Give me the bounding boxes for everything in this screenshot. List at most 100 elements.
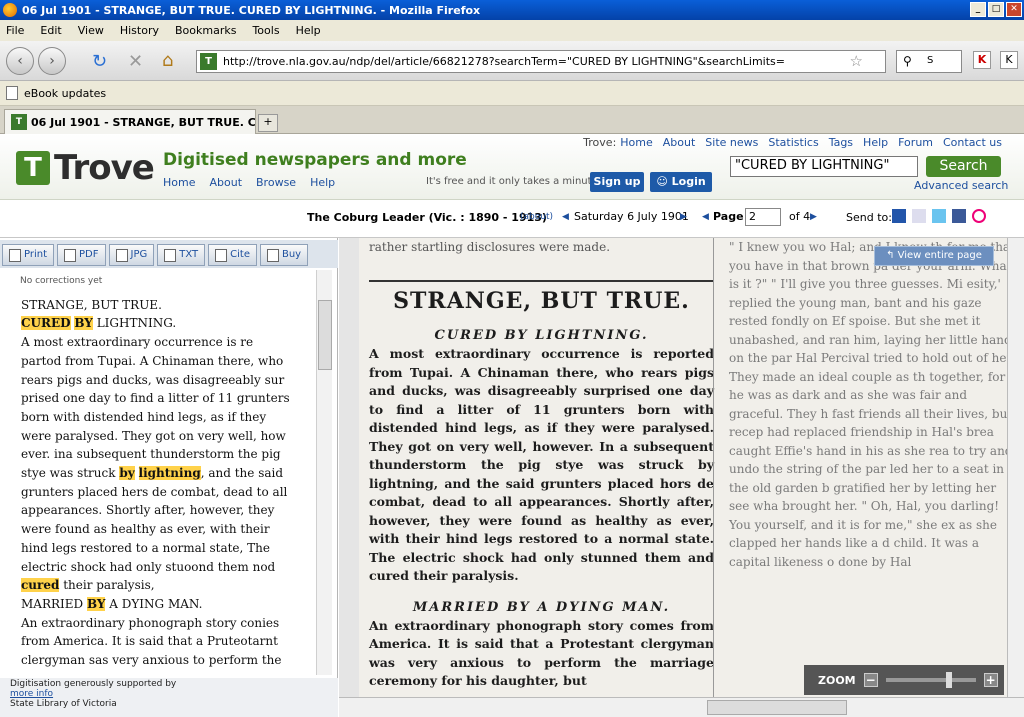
top-tags[interactable]: Tags (829, 136, 853, 149)
trove-header: T Trove Digitised newspapers and more Ho… (0, 134, 1024, 200)
twitter-icon[interactable] (932, 209, 946, 223)
view-entire-page-button[interactable]: ↰ View entire page (874, 246, 994, 266)
window-titlebar: 06 Jul 1901 - STRANGE, BUT TRUE. CURED B… (0, 0, 1024, 20)
tab-active[interactable]: T 06 Jul 1901 - STRANGE, BUT TRUE. CU... (4, 109, 256, 134)
highlight-cured: cured (21, 578, 60, 593)
publication-title[interactable]: The Coburg Leader (Vic. : 1890 - 1913) (307, 211, 547, 224)
more-info-link[interactable]: more info (10, 689, 53, 699)
menu-tools[interactable]: Tools (252, 24, 279, 37)
search-button[interactable]: Search (926, 156, 1001, 177)
viewer-vertical-scrollbar[interactable] (1007, 238, 1024, 697)
trove-search-input[interactable]: "CURED BY LIGHTNING" (730, 156, 918, 177)
top-contact[interactable]: Contact us (943, 136, 1002, 149)
scan-subheading: CURED BY LIGHTNING. (434, 328, 649, 343)
tagline: Digitised newspapers and more (163, 150, 467, 170)
page-select[interactable]: 2 (745, 208, 781, 226)
forward-icon[interactable]: › (38, 47, 66, 75)
zoom-label: ZOOM (818, 673, 856, 687)
top-links: Trove: Home About Site news Statistics T… (583, 136, 1002, 149)
top-about[interactable]: About (663, 136, 696, 149)
top-statistics[interactable]: Statistics (768, 136, 818, 149)
text-fragment: , and the said (200, 466, 284, 481)
menu-view[interactable]: View (78, 24, 104, 37)
minimize-button[interactable]: _ (970, 2, 986, 17)
signup-button[interactable]: Sign up (590, 172, 644, 192)
viewer-scroll-thumb[interactable] (707, 700, 847, 715)
nav-home[interactable]: Home (163, 176, 195, 189)
firefox-icon (3, 3, 17, 17)
next-page-icon[interactable]: ▶ (810, 212, 817, 222)
print-button[interactable]: Print (2, 244, 55, 266)
text-line: grunters placed hers de combat, dead to … (21, 484, 288, 499)
digg-icon[interactable] (912, 209, 926, 223)
close-button[interactable]: ✕ (1006, 2, 1022, 17)
browser-search-field[interactable]: ⚲ S (896, 50, 962, 73)
addon-icon[interactable]: K (973, 51, 991, 69)
maximize-button[interactable]: □ (988, 2, 1004, 17)
viewer-horizontal-scrollbar[interactable] (339, 697, 1024, 717)
highlight-cured: CURED (21, 316, 71, 331)
text-fragment: stye was struck (21, 466, 120, 481)
bookmark-ebook-updates[interactable]: eBook updates (24, 87, 106, 100)
highlight-lightning: lightning (138, 466, 201, 481)
advanced-search-link[interactable]: Advanced search (914, 179, 1008, 192)
share-icon[interactable] (972, 209, 986, 223)
addon-k-icon[interactable]: K (1000, 51, 1018, 69)
top-help[interactable]: Help (863, 136, 888, 149)
newspaper-viewer[interactable]: rather startling disclosures were made. … (339, 238, 1024, 717)
menu-bookmarks[interactable]: Bookmarks (175, 24, 236, 37)
about-link[interactable]: (about) (520, 212, 553, 222)
back-icon[interactable]: ‹ (6, 47, 34, 75)
text-line: hind legs restored to a normal state, Th… (21, 540, 270, 555)
stop-icon[interactable]: ✕ (128, 51, 143, 72)
top-home[interactable]: Home (620, 136, 652, 149)
top-site-news[interactable]: Site news (705, 136, 758, 149)
prev-issue-icon[interactable]: ◀ (562, 212, 569, 222)
buy-button[interactable]: Buy (259, 244, 309, 266)
nav-about[interactable]: About (209, 176, 242, 189)
nav-help[interactable]: Help (310, 176, 335, 189)
facebook-icon[interactable] (952, 209, 966, 223)
menu-history[interactable]: History (120, 24, 159, 37)
url-bar[interactable]: T http://trove.nla.gov.au/ndp/del/articl… (196, 50, 886, 73)
text-line: appearances. Shortly after, however, the… (21, 503, 275, 518)
cite-button[interactable]: Cite (208, 244, 257, 266)
jpg-button[interactable]: JPG (108, 244, 155, 266)
cite-icon (215, 248, 228, 262)
text-fragment: their paralysis, (59, 578, 155, 593)
zoom-in-button[interactable]: + (983, 673, 998, 687)
reload-icon[interactable]: ↻ (92, 51, 107, 72)
text-line: ever. ina subsequent thunderstorm the pi… (21, 447, 281, 462)
zoom-slider[interactable] (885, 672, 976, 688)
text-line: born with distended hind legs, as if the… (21, 409, 267, 424)
text-line: CURED BY LIGHTNING. (21, 314, 310, 333)
next-issue-icon[interactable]: ▶ (680, 212, 687, 222)
nav-browse[interactable]: Browse (256, 176, 296, 189)
text-fragment: LIGHTNING. (92, 316, 177, 331)
login-button[interactable]: ☺ Login (650, 172, 712, 192)
text-line: from America. It is said that a Pruteota… (21, 634, 278, 649)
txt-button[interactable]: TXT (157, 244, 206, 266)
zoom-slider-knob[interactable] (945, 672, 952, 688)
top-forum[interactable]: Forum (898, 136, 933, 149)
delicious-icon[interactable] (892, 209, 906, 223)
pdf-button[interactable]: PDF (57, 244, 106, 266)
text-line: cured their paralysis, (21, 576, 310, 595)
scan-adjacent-column: " I knew you wo Hal; and I know th for m… (729, 240, 1015, 569)
text-scrollbar[interactable] (316, 270, 332, 675)
star-icon[interactable]: ☆ (850, 52, 863, 70)
highlight-by: BY (74, 316, 93, 331)
search-engine-icon[interactable]: ⚲ (903, 54, 912, 68)
home-icon[interactable]: ⌂ (162, 50, 173, 71)
text-scrollbar-thumb[interactable] (318, 300, 332, 370)
prev-page-icon[interactable]: ◀ (702, 212, 709, 222)
menu-file[interactable]: File (6, 24, 24, 37)
trove-logo[interactable]: T Trove (16, 148, 155, 188)
zoom-out-button[interactable]: − (863, 673, 878, 687)
menu-edit[interactable]: Edit (40, 24, 61, 37)
new-tab-button[interactable]: + (258, 114, 278, 132)
article-info-bar: The Coburg Leader (Vic. : 1890 - 1913) (… (0, 200, 1024, 238)
menu-help[interactable]: Help (296, 24, 321, 37)
scan-headline: STRANGE, BUT TRUE. (369, 280, 714, 314)
text-line: stye was struck by lightning, and the sa… (21, 464, 310, 483)
